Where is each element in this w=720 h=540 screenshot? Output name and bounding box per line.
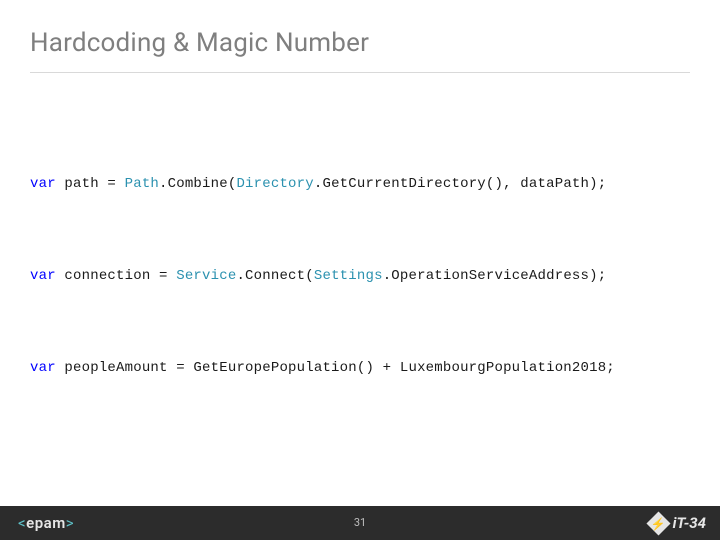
slide: Hardcoding & Magic Number var path = Pat… (0, 0, 720, 540)
class-settings: Settings (314, 268, 383, 284)
code-text: path = (56, 176, 125, 192)
class-directory: Directory (236, 176, 313, 192)
keyword-var: var (30, 360, 56, 376)
keyword-var: var (30, 268, 56, 284)
bolt-icon: ⚡ (646, 511, 670, 535)
code-text: peopleAmount = GetEuropePopulation() + L… (56, 360, 615, 376)
code-line-1: var path = Path.Combine(Directory.GetCur… (30, 176, 606, 192)
code-line-2: var connection = Service.Connect(Setting… (30, 268, 606, 284)
bolt-glyph: ⚡ (651, 517, 666, 529)
code-text: .Connect( (236, 268, 313, 284)
footer-right-text: iT-34 (673, 514, 706, 532)
code-text: .Combine( (159, 176, 236, 192)
title-divider (30, 72, 690, 73)
footer-right-label: ⚡ iT-34 (650, 506, 706, 540)
class-path: Path (125, 176, 159, 192)
code-text: connection = (56, 268, 176, 284)
page-number: 31 (0, 516, 720, 529)
code-text: .GetCurrentDirectory(), dataPath); (314, 176, 606, 192)
keyword-var: var (30, 176, 56, 192)
code-line-3: var peopleAmount = GetEuropePopulation()… (30, 360, 615, 376)
code-text: .OperationServiceAddress); (383, 268, 607, 284)
class-service: Service (176, 268, 236, 284)
footer-bar: <epam> 31 ⚡ iT-34 (0, 506, 720, 540)
slide-title: Hardcoding & Magic Number (30, 28, 369, 58)
